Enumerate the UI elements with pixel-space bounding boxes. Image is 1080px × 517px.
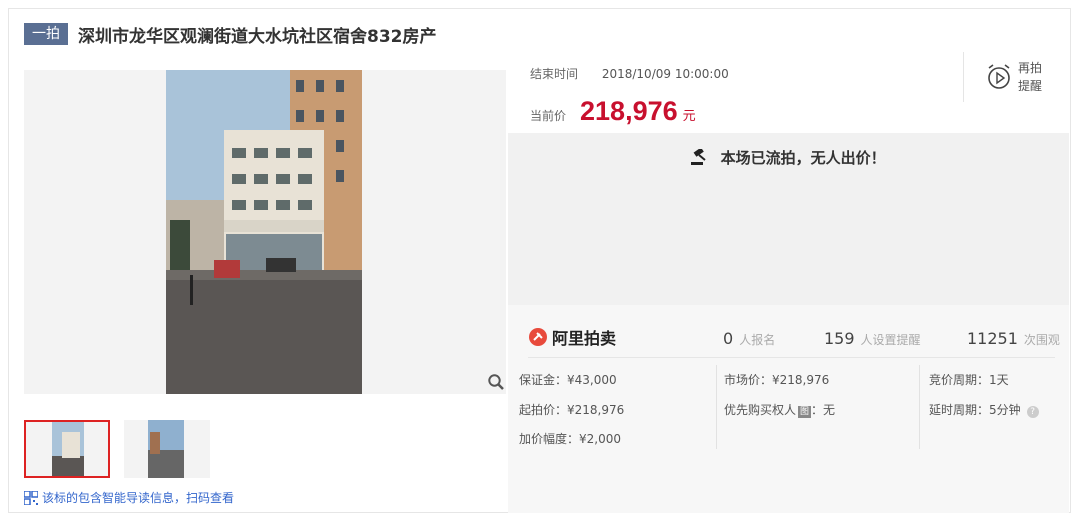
current-price-row: 当前价 218,976 元	[530, 96, 696, 127]
rerun-reminder-button[interactable]: 再拍 提醒	[986, 59, 1046, 95]
help-icon[interactable]: ?	[1026, 406, 1039, 418]
current-price-label: 当前价	[530, 109, 567, 123]
bid-increment: 加价幅度：¥2,000	[519, 432, 621, 446]
ali-auction-logo-icon	[529, 328, 547, 346]
delay-period-text: 延时周期：5分钟	[929, 403, 1021, 417]
view-stat: 11251 次围观	[967, 329, 1060, 348]
reminder-label: 人设置提醒	[860, 333, 921, 347]
qr-guide-link[interactable]: 该标的包含智能导读信息，扫码查看	[24, 489, 234, 506]
divider	[528, 357, 1055, 358]
page-title: 深圳市龙华区观澜街道大水坑社区宿舍832房产	[78, 26, 437, 47]
price-unit: 元	[682, 109, 696, 124]
signup-count: 0	[723, 329, 734, 348]
view-label: 次围观	[1023, 333, 1060, 347]
deposit: 保证金：¥43,000	[519, 373, 617, 387]
divider	[963, 52, 964, 102]
status-text: 本场已流拍，无人出价！	[720, 149, 886, 167]
zoom-icon[interactable]	[487, 373, 505, 391]
auction-status: 本场已流拍，无人出价！	[508, 147, 1069, 168]
reminder-stat: 159 人设置提醒	[824, 329, 921, 348]
signup-stat: 0 人报名	[723, 329, 775, 348]
remind-label-1: 再拍	[1018, 61, 1043, 75]
priority-label: 优先购买权人	[724, 403, 797, 417]
qr-code-icon	[24, 490, 38, 505]
alarm-clock-icon	[988, 64, 1010, 89]
current-price: 218,976	[580, 96, 678, 126]
divider	[716, 365, 717, 449]
delay-period: 延时周期：5分钟?	[929, 401, 1039, 418]
property-photo	[166, 70, 362, 394]
end-time-label: 结束时间	[530, 67, 579, 81]
auction-round-badge: 一拍	[24, 23, 68, 45]
reminder-count: 159	[824, 329, 855, 348]
priority-buyer: 优先购买权人图：无	[724, 401, 835, 418]
market-price: 市场价：¥218,976	[724, 373, 830, 387]
priority-tag-icon[interactable]: 图	[798, 406, 812, 418]
ali-auction-logo: 阿里拍卖	[528, 325, 616, 349]
thumbnail-1[interactable]	[24, 420, 110, 478]
divider	[919, 365, 920, 449]
start-price: 起拍价：¥218,976	[519, 403, 625, 417]
logo-text: 阿里拍卖	[552, 329, 617, 348]
gavel-icon	[691, 147, 714, 167]
end-time-row: 结束时间 2018/10/09 10:00:00	[530, 65, 729, 82]
main-image[interactable]	[24, 70, 506, 394]
view-count: 11251	[967, 329, 1018, 348]
stats-panel: 阿里拍卖 0 人报名 159 人设置提醒 11251 次围观 保证金：¥43,000 …	[508, 305, 1069, 513]
bid-period: 竞价周期：1天	[929, 373, 1009, 387]
signup-label: 人报名	[739, 333, 776, 347]
qr-guide-text: 该标的包含智能导读信息，扫码查看	[42, 491, 235, 505]
end-time-value: 2018/10/09 10:00:00	[601, 67, 729, 81]
remind-label-2: 提醒	[1018, 79, 1043, 93]
thumbnail-2[interactable]	[124, 420, 210, 478]
priority-value: ：无	[811, 403, 836, 417]
title-row: 一拍 深圳市龙华区观澜街道大水坑社区宿舍832房产	[24, 22, 437, 47]
auction-status-box: 本场已流拍，无人出价！	[508, 133, 1069, 305]
